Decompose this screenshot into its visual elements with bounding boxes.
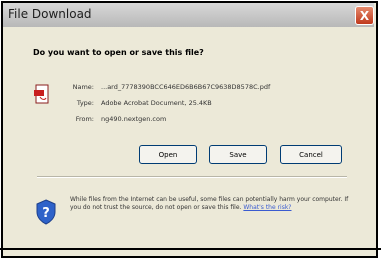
file-download-dialog <box>1 1 378 258</box>
file-type: Adobe Acrobat Document, 25.4KB <box>101 99 212 107</box>
open-button[interactable]: Open <box>139 145 197 164</box>
security-warning: While files from the Internet can be use… <box>70 196 350 212</box>
from-label: From: <box>75 115 94 123</box>
cancel-button[interactable]: Cancel <box>280 145 342 164</box>
close-button[interactable]: X <box>355 6 374 25</box>
name-label: Name: <box>72 83 94 91</box>
risk-link[interactable]: What's the risk? <box>243 204 291 211</box>
warning-text: While files from the Internet can be use… <box>70 196 349 211</box>
dialog-question: Do you want to open or save this file? <box>33 48 204 57</box>
type-label: Type: <box>76 99 94 107</box>
close-icon: X <box>359 9 370 23</box>
title-bar[interactable]: File Download X <box>3 3 374 27</box>
security-shield-icon: ? <box>36 199 56 225</box>
window-title: File Download <box>8 7 92 21</box>
separator <box>37 176 347 178</box>
bottom-border <box>0 248 381 250</box>
save-button[interactable]: Save <box>209 145 267 164</box>
file-name: ...ard_7778390BCC646ED6B6B67C9638D8578C.… <box>101 83 271 91</box>
svg-text:?: ? <box>42 206 50 221</box>
file-source: ng490.nextgen.com <box>101 115 167 123</box>
